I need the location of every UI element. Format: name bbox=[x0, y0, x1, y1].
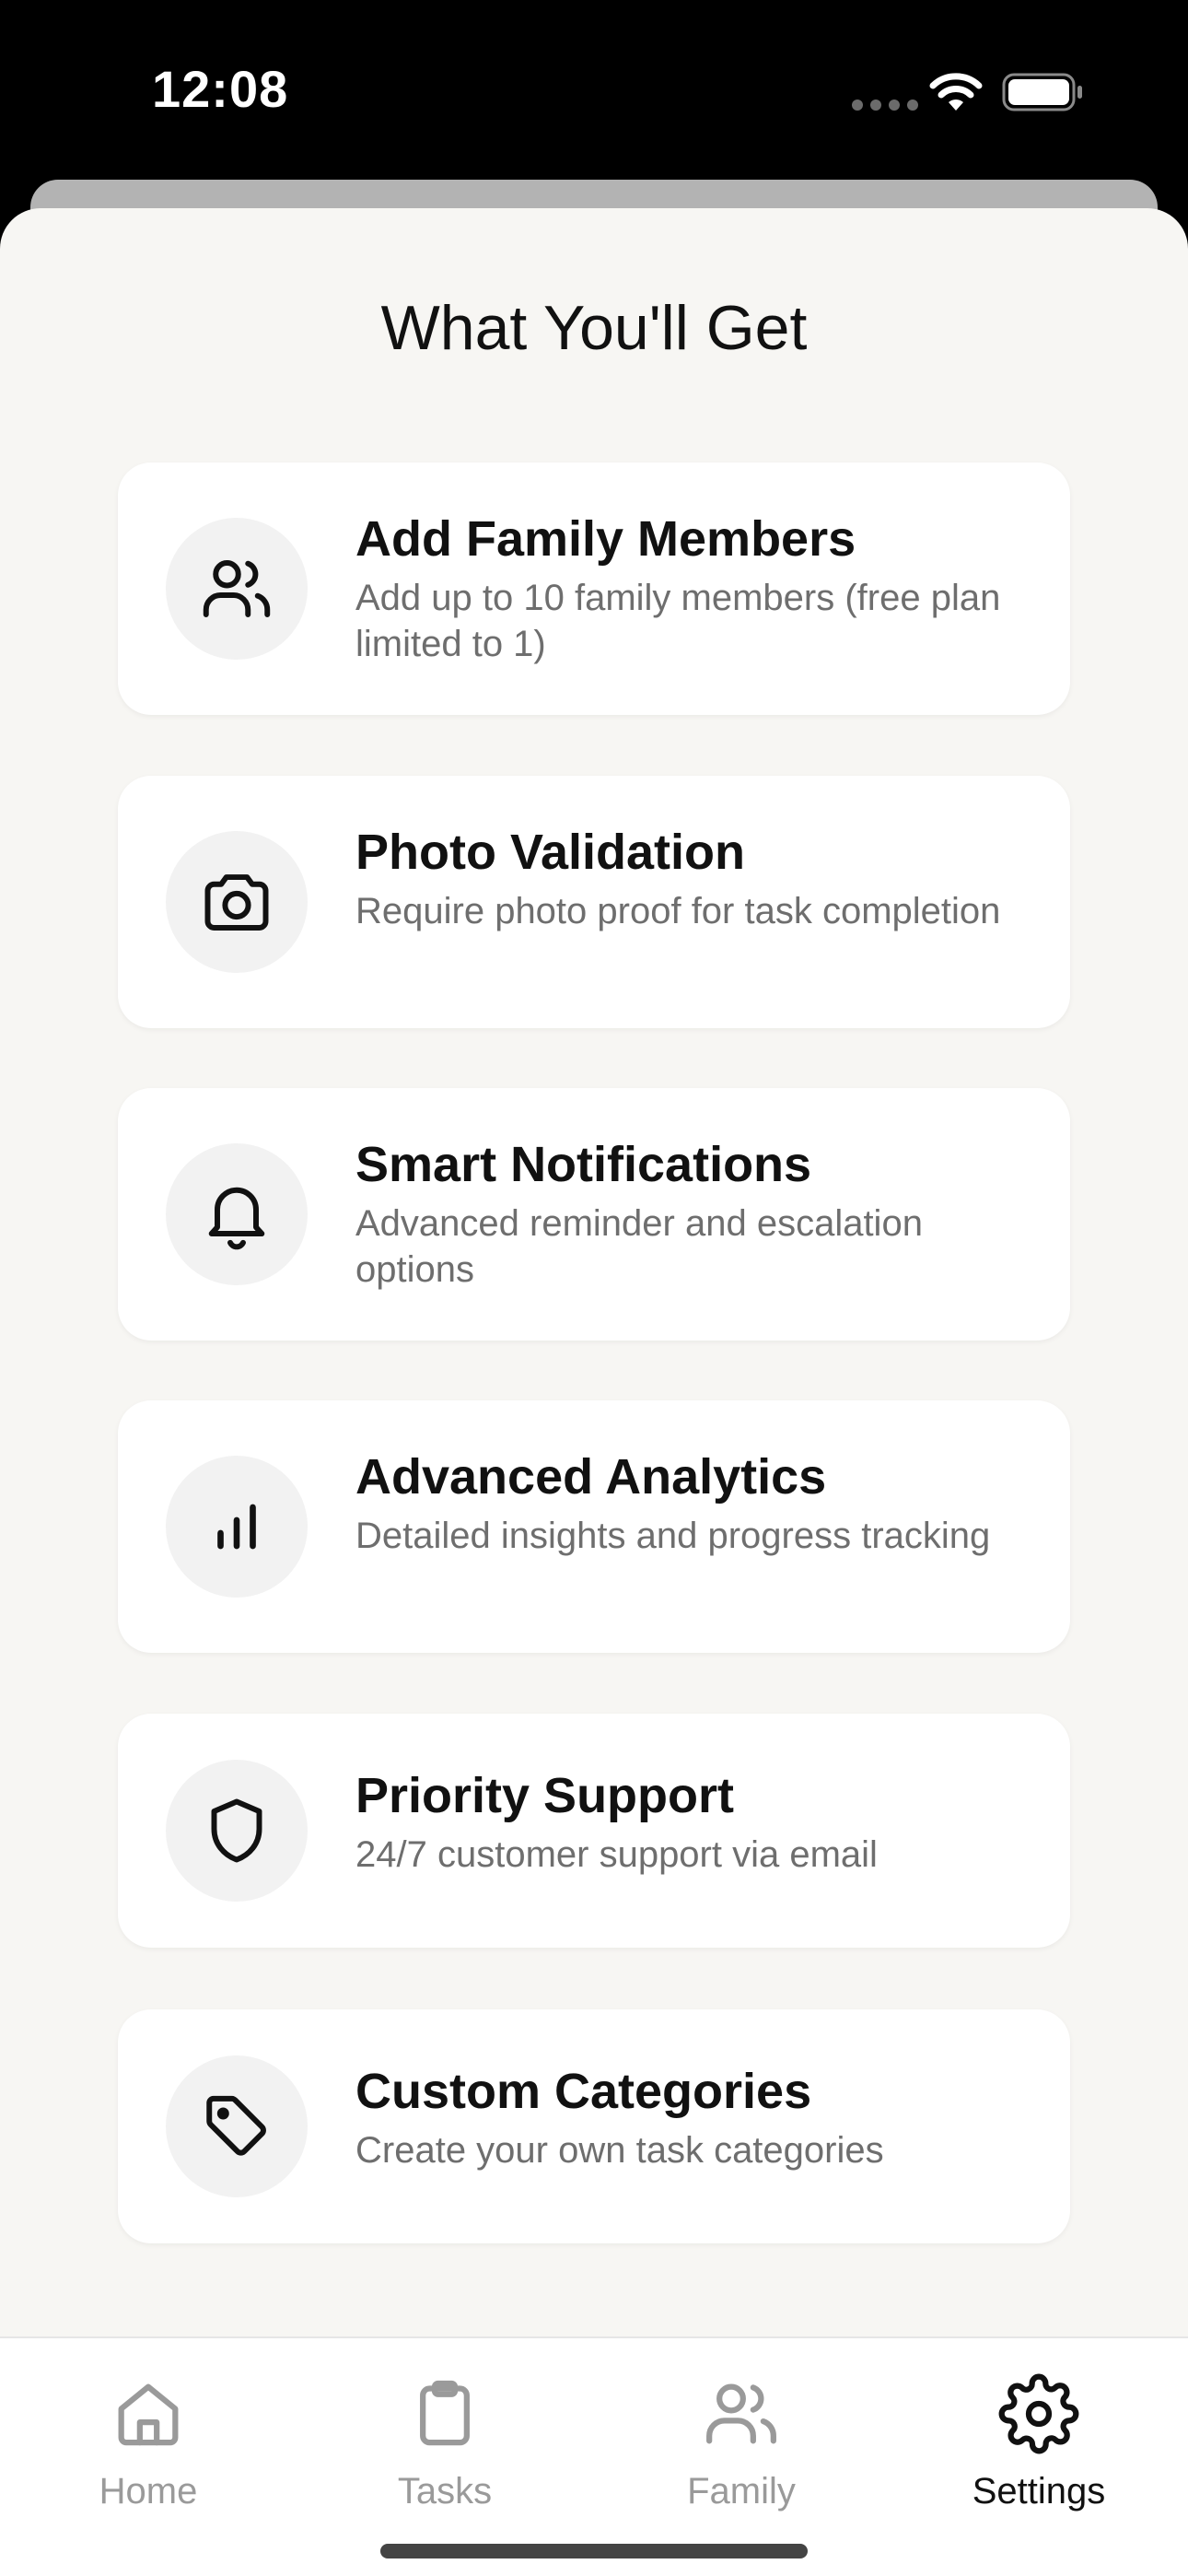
tab-settings[interactable]: Settings bbox=[928, 2373, 1149, 2512]
users-icon bbox=[706, 2383, 776, 2444]
feature-description: Add up to 10 family members (free plan l… bbox=[355, 578, 1001, 664]
users-icon bbox=[166, 518, 308, 660]
feature-description: 24/7 customer support via email bbox=[355, 1834, 878, 1875]
feature-title: Custom Categories bbox=[355, 2064, 812, 2119]
feature-description: Create your own task categories bbox=[355, 2130, 884, 2171]
feature-card-family-members: Add Family Members Add up to 10 family m… bbox=[118, 463, 1070, 715]
shield-icon bbox=[166, 1760, 308, 1902]
camera-icon bbox=[166, 831, 308, 973]
sheet-title: What You'll Get bbox=[380, 293, 808, 363]
feature-title: Add Family Members bbox=[355, 511, 856, 567]
feature-description: Detailed insights and progress tracking bbox=[355, 1516, 991, 1556]
cellular-signal-icon bbox=[852, 100, 918, 111]
feature-card-custom-categories: Custom Categories Create your own task c… bbox=[118, 2009, 1070, 2243]
feature-title: Priority Support bbox=[355, 1768, 735, 1823]
feature-description: Require photo proof for task completion bbox=[355, 891, 1001, 931]
tab-tasks[interactable]: Tasks bbox=[334, 2373, 555, 2512]
feature-card-photo-validation: Photo Validation Require photo proof for… bbox=[118, 776, 1070, 1028]
feature-description: Advanced reminder and escalation options bbox=[355, 1203, 923, 1290]
status-bar: 12:08 bbox=[0, 0, 1188, 184]
feature-title: Advanced Analytics bbox=[355, 1449, 827, 1505]
status-time: 12:08 bbox=[152, 60, 289, 118]
feature-card-advanced-analytics: Advanced Analytics Detailed insights and… bbox=[118, 1400, 1070, 1653]
tag-icon bbox=[166, 2055, 308, 2197]
tab-home[interactable]: Home bbox=[38, 2373, 259, 2512]
bell-icon bbox=[166, 1143, 308, 1285]
wifi-icon bbox=[929, 73, 983, 111]
tab-bar: Home Tasks Family Settings bbox=[0, 2336, 1188, 2576]
tab-label: Tasks bbox=[397, 2471, 493, 2512]
clipboard-icon bbox=[420, 2380, 470, 2446]
battery-icon bbox=[1002, 73, 1082, 111]
tab-label: Home bbox=[99, 2471, 198, 2512]
feature-title: Photo Validation bbox=[355, 825, 746, 880]
gear-icon bbox=[998, 2373, 1079, 2454]
tab-label: Settings bbox=[972, 2471, 1106, 2512]
tab-family[interactable]: Family bbox=[631, 2373, 852, 2512]
feature-card-smart-notifications: Smart Notifications Advanced reminder an… bbox=[118, 1088, 1070, 1341]
bar-chart-icon bbox=[166, 1456, 308, 1598]
feature-card-priority-support: Priority Support 24/7 customer support v… bbox=[118, 1714, 1070, 1948]
feature-title: Smart Notifications bbox=[355, 1137, 812, 1192]
tab-label: Family bbox=[687, 2471, 796, 2512]
home-icon bbox=[118, 2383, 179, 2446]
home-indicator bbox=[380, 2544, 808, 2558]
